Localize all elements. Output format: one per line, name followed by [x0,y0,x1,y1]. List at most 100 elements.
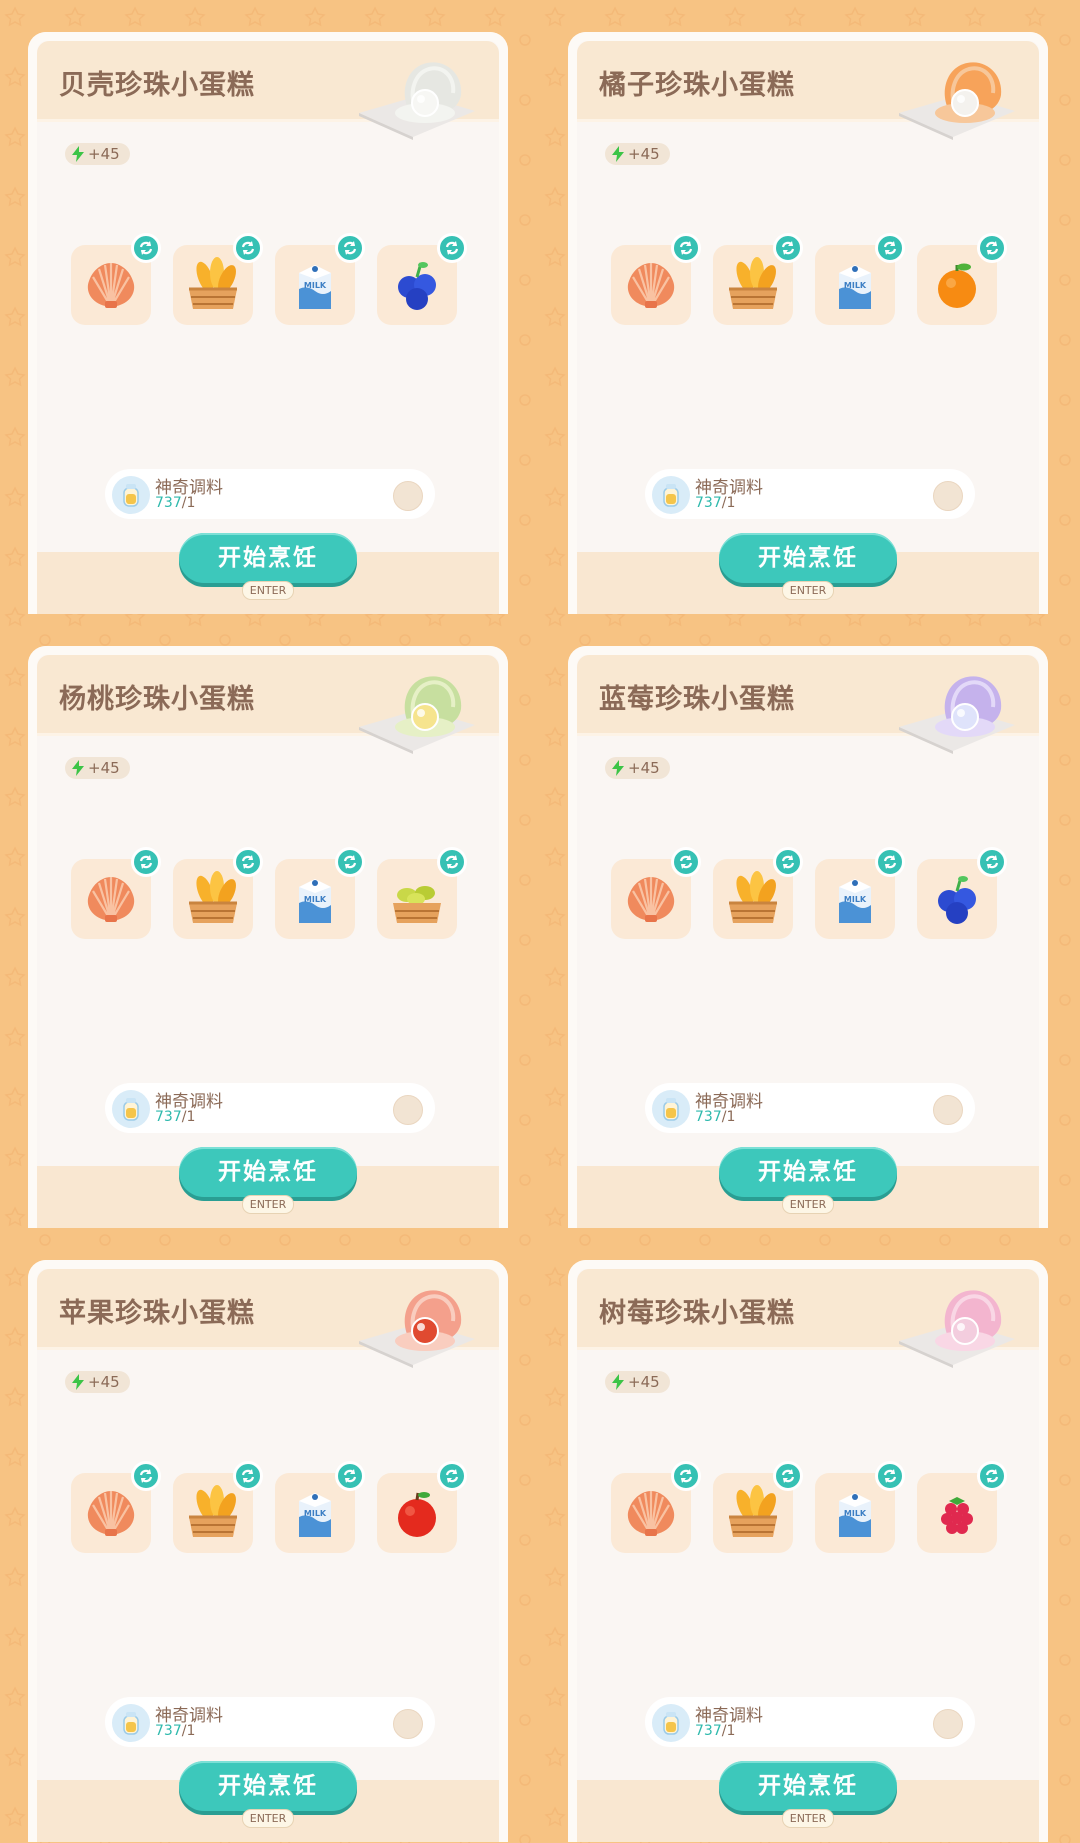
swap-ingredient-icon[interactable] [773,847,803,877]
swap-ingredient-icon[interactable] [335,847,365,877]
ingredient-row: MILK [71,233,491,329]
seasoning-count: 737/1 [155,1109,196,1125]
swap-ingredient-icon[interactable] [977,1461,1007,1491]
start-cooking-button[interactable]: 开始烹饪 [179,1761,357,1811]
energy-badge: +45 [605,1371,670,1393]
seasoning-row[interactable]: 神奇调料 737/1 [105,1083,435,1133]
ingredient-slot[interactable] [173,847,263,939]
ingredient-slot[interactable] [611,233,701,325]
ingredient-slot[interactable] [611,1461,701,1553]
milk-carton-icon: MILK [825,255,885,315]
ingredient-slot[interactable] [173,1461,263,1553]
swap-ingredient-icon[interactable] [233,233,263,263]
scallop-shell-icon [81,869,141,929]
swap-ingredient-icon[interactable] [131,1461,161,1491]
ingredient-slot[interactable] [713,1461,803,1553]
swap-ingredient-icon[interactable] [671,233,701,263]
start-cooking-button[interactable]: 开始烹饪 [719,1147,897,1197]
ingredient-slot[interactable] [71,847,161,939]
swap-ingredient-icon[interactable] [875,233,905,263]
seasoning-toggle[interactable] [393,481,423,511]
swap-ingredient-icon[interactable] [875,1461,905,1491]
seasoning-count: 737/1 [695,1723,736,1739]
energy-value: +45 [88,145,120,163]
seasoning-toggle[interactable] [393,1095,423,1125]
seasoning-count: 737/1 [695,1109,736,1125]
recipe-title: 树莓珍珠小蛋糕 [599,1298,795,1329]
ingredient-slot[interactable] [713,847,803,939]
ingredient-slot[interactable] [71,1461,161,1553]
milk-carton-icon: MILK [825,1483,885,1543]
seasoning-row[interactable]: 神奇调料 737/1 [105,1697,435,1747]
enter-key-hint: ENTER [782,1809,834,1828]
swap-ingredient-icon[interactable] [671,1461,701,1491]
seasoning-toggle[interactable] [933,1095,963,1125]
energy-value: +45 [628,1373,660,1391]
start-cooking-button[interactable]: 开始烹饪 [719,533,897,583]
energy-value: +45 [88,759,120,777]
ingredient-slot[interactable] [377,233,467,325]
recipe-panel: 蓝莓珍珠小蛋糕 +45 MILK 神奇调料 737/1 开始烹饪 ENTER [540,614,1080,1228]
svg-text:MILK: MILK [844,895,867,904]
mango-crate-icon [723,1483,783,1543]
recipe-card: 橘子珍珠小蛋糕 +45 MILK 神奇调料 737/1 开始烹饪 ENTER [568,32,1048,614]
start-cooking-button[interactable]: 开始烹饪 [179,1147,357,1197]
blueberry-icon [387,255,447,315]
ingredient-slot[interactable] [71,233,161,325]
swap-ingredient-icon[interactable] [131,233,161,263]
swap-ingredient-icon[interactable] [977,233,1007,263]
swap-ingredient-icon[interactable] [437,233,467,263]
swap-ingredient-icon[interactable] [773,233,803,263]
ingredient-slot[interactable]: MILK [275,1461,365,1553]
ingredient-slot[interactable] [377,847,467,939]
swap-ingredient-icon[interactable] [875,847,905,877]
svg-text:MILK: MILK [844,281,867,290]
seasoning-jar-icon [652,1090,690,1128]
seasoning-row[interactable]: 神奇调料 737/1 [645,1697,975,1747]
seasoning-toggle[interactable] [933,481,963,511]
seasoning-toggle[interactable] [393,1709,423,1739]
swap-ingredient-icon[interactable] [335,1461,365,1491]
swap-ingredient-icon[interactable] [437,1461,467,1491]
swap-ingredient-icon[interactable] [671,847,701,877]
ingredient-slot[interactable] [377,1461,467,1553]
lightning-icon [612,1374,624,1390]
recipe-title: 苹果珍珠小蛋糕 [59,1298,255,1329]
swap-ingredient-icon[interactable] [233,847,263,877]
seasoning-row[interactable]: 神奇调料 737/1 [645,469,975,519]
seasoning-row[interactable]: 神奇调料 737/1 [645,1083,975,1133]
recipe-panel: 贝壳珍珠小蛋糕 +45 MILK 神奇调料 737/1 开始烹饪 ENTER [0,0,540,614]
recipe-title: 贝壳珍珠小蛋糕 [59,70,255,101]
lightning-icon [72,1374,84,1390]
ingredient-slot[interactable] [173,233,263,325]
start-cooking-button[interactable]: 开始烹饪 [179,533,357,583]
mango-crate-icon [183,869,243,929]
swap-ingredient-icon[interactable] [335,233,365,263]
svg-text:MILK: MILK [304,895,327,904]
ingredient-slot[interactable] [917,847,1007,939]
ingredient-slot[interactable] [611,847,701,939]
recipe-title: 橘子珍珠小蛋糕 [599,70,795,101]
swap-ingredient-icon[interactable] [437,847,467,877]
swap-ingredient-icon[interactable] [233,1461,263,1491]
enter-key-hint: ENTER [242,1195,294,1214]
milk-carton-icon: MILK [285,869,345,929]
ingredient-slot[interactable]: MILK [275,233,365,325]
ingredient-slot[interactable]: MILK [815,847,905,939]
seasoning-toggle[interactable] [933,1709,963,1739]
apple-pearl-shell-icon [351,1279,481,1369]
swap-ingredient-icon[interactable] [773,1461,803,1491]
energy-badge: +45 [605,757,670,779]
ingredient-slot[interactable] [713,233,803,325]
ingredient-slot[interactable]: MILK [815,233,905,325]
recipe-panel: 杨桃珍珠小蛋糕 +45 MILK 神奇调料 737/1 开始烹饪 ENTER [0,614,540,1228]
start-cooking-button[interactable]: 开始烹饪 [719,1761,897,1811]
ingredient-slot[interactable] [917,1461,1007,1553]
ingredient-slot[interactable]: MILK [275,847,365,939]
swap-ingredient-icon[interactable] [131,847,161,877]
energy-value: +45 [628,145,660,163]
swap-ingredient-icon[interactable] [977,847,1007,877]
seasoning-row[interactable]: 神奇调料 737/1 [105,469,435,519]
ingredient-slot[interactable]: MILK [815,1461,905,1553]
ingredient-slot[interactable] [917,233,1007,325]
